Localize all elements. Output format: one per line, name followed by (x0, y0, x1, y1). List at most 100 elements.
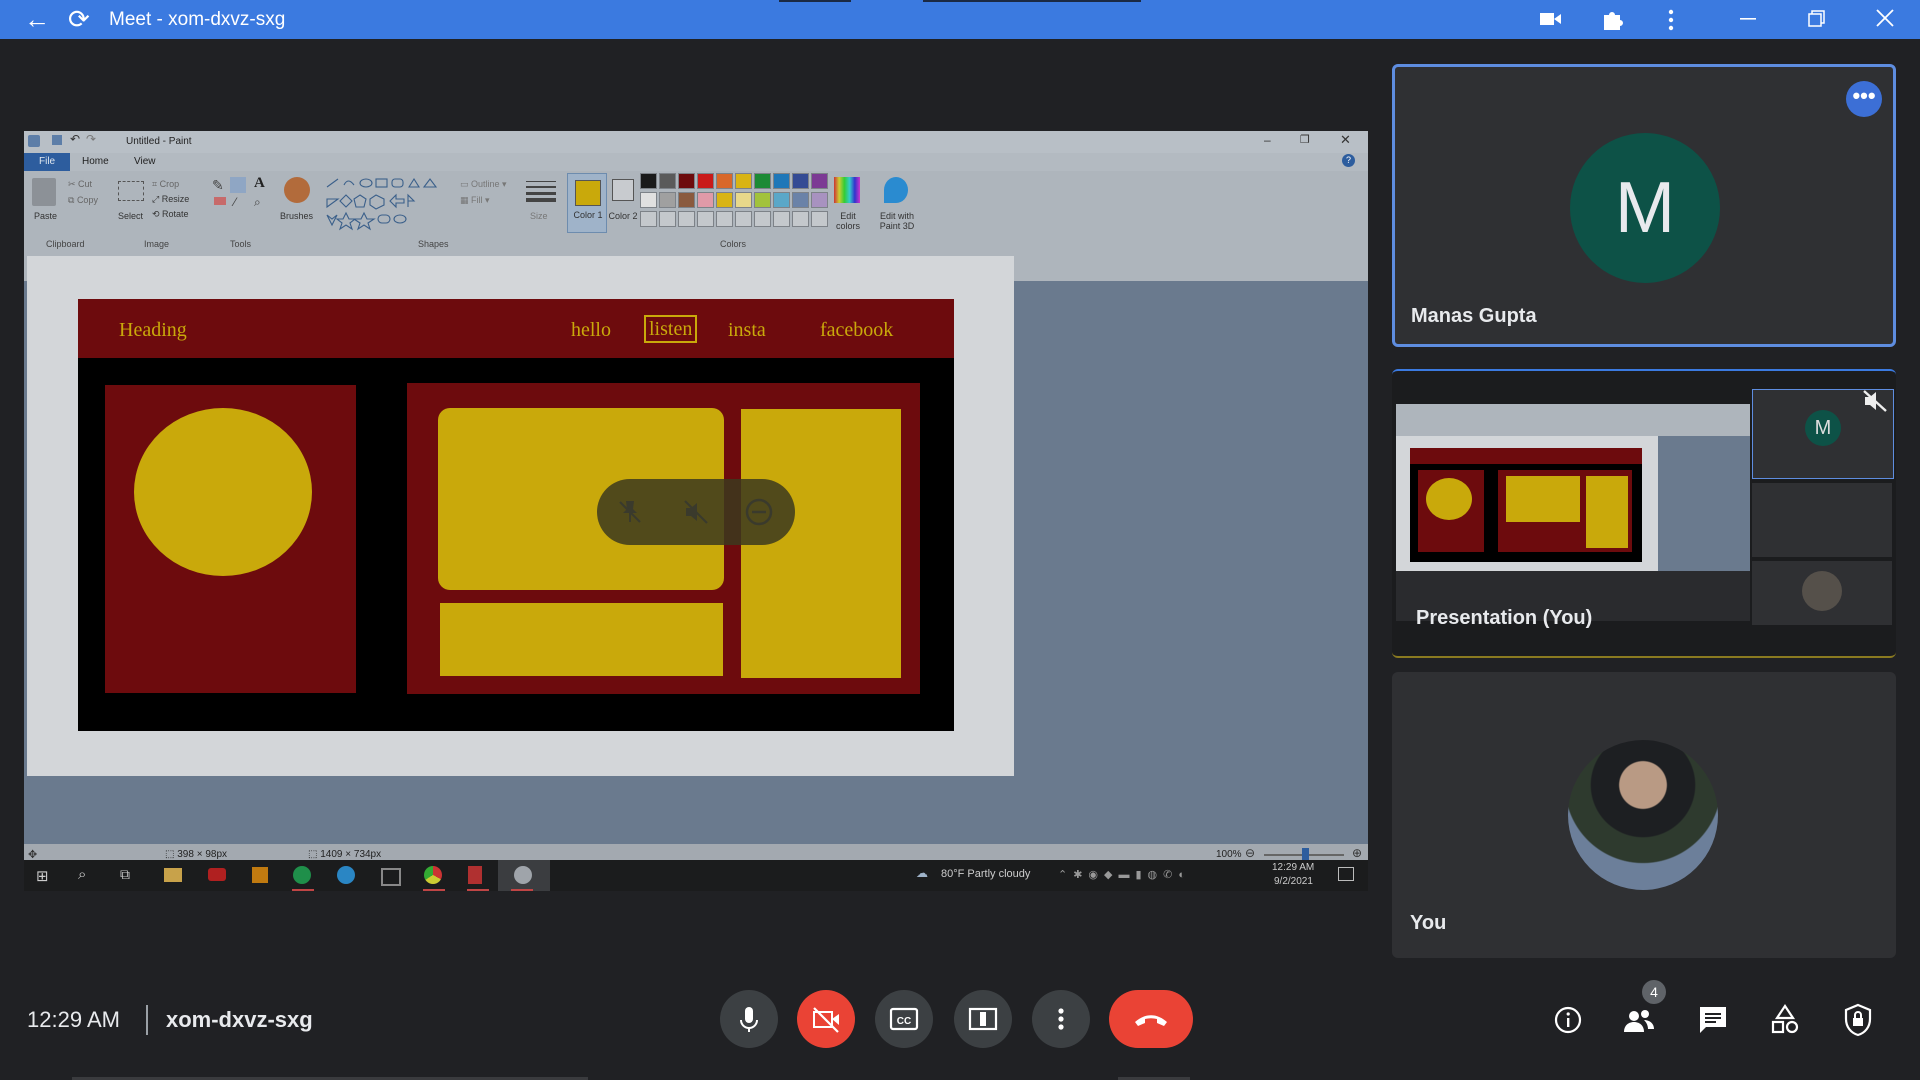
redo-icon[interactable]: ↷ (86, 132, 96, 146)
captions-button[interactable]: CC (875, 990, 933, 1048)
color2-swatch[interactable] (612, 179, 634, 201)
size-icon[interactable] (526, 179, 556, 202)
zoom-in-icon[interactable]: ⊕ (1352, 846, 1362, 860)
rotate-button[interactable]: ⟲ Rotate (152, 209, 189, 220)
close-icon[interactable] (1876, 9, 1894, 27)
participant-tile-manas[interactable]: ••• M Manas Gupta (1392, 64, 1896, 347)
microphone-button[interactable] (720, 990, 778, 1048)
camera-icon[interactable] (1540, 10, 1562, 28)
help-icon[interactable]: ? (1342, 154, 1355, 167)
palette-swatch[interactable] (792, 173, 809, 189)
pin-off-icon[interactable] (617, 499, 643, 525)
tab-view[interactable]: View (134, 156, 156, 167)
meeting-info-icon[interactable] (1553, 1005, 1583, 1035)
minus-circle-icon[interactable] (745, 498, 773, 526)
undo-icon[interactable]: ↶ (70, 132, 80, 146)
present-now-button[interactable] (954, 990, 1012, 1048)
chat-icon[interactable] (1697, 1004, 1729, 1036)
palette-swatch[interactable] (678, 192, 695, 208)
start-icon[interactable]: ⊞ (36, 867, 49, 885)
paint-minimize-icon[interactable]: – (1264, 133, 1271, 147)
reload-icon[interactable]: ⟳ (68, 4, 90, 35)
palette-swatch[interactable] (716, 211, 733, 227)
more-vert-icon[interactable] (1667, 9, 1675, 31)
chrome-icon[interactable] (424, 866, 442, 884)
paste-icon[interactable] (32, 178, 56, 206)
activities-icon[interactable] (1769, 1004, 1801, 1036)
palette-swatch[interactable] (754, 192, 771, 208)
more-options-button[interactable] (1032, 990, 1090, 1048)
palette-swatch[interactable] (735, 173, 752, 189)
palette-swatch[interactable] (773, 173, 790, 189)
palette-swatch[interactable] (792, 192, 809, 208)
leave-call-button[interactable] (1109, 990, 1193, 1048)
fill-button[interactable]: ▦ Fill ▾ (460, 195, 490, 206)
brushes-icon[interactable] (284, 177, 310, 203)
palette-swatch[interactable] (659, 211, 676, 227)
eraser-icon[interactable] (214, 197, 226, 205)
palette-swatch[interactable] (640, 192, 657, 208)
paint-restore-icon[interactable]: ❐ (1300, 133, 1310, 146)
taskbar-paint-active[interactable] (498, 860, 550, 891)
youtube-icon[interactable] (208, 868, 226, 881)
palette-swatch[interactable] (735, 211, 752, 227)
copy-button[interactable]: ⧉ Copy (68, 195, 98, 206)
minimize-icon[interactable] (1740, 18, 1758, 20)
taskbar-search-icon[interactable]: ⌕ (78, 866, 86, 883)
whatsapp-icon[interactable] (293, 866, 311, 884)
select-icon[interactable] (118, 181, 144, 201)
color-picker-icon[interactable]: ⁄ (234, 195, 236, 209)
weather-text[interactable]: 80°F Partly cloudy (941, 868, 1030, 880)
cut-button[interactable]: ✂ Cut (68, 179, 92, 190)
participant-tile-presentation[interactable]: M Presentation (You) (1392, 369, 1896, 658)
store-icon[interactable] (381, 868, 401, 886)
volume-off-icon[interactable] (683, 499, 709, 525)
palette-swatch[interactable] (697, 192, 714, 208)
palette-swatch[interactable] (735, 192, 752, 208)
restore-icon[interactable] (1808, 10, 1826, 28)
host-controls-shield-icon[interactable] (1842, 1003, 1874, 1037)
color1-button[interactable]: Color 1 (567, 173, 607, 233)
palette-swatch[interactable] (659, 173, 676, 189)
shapes-gallery[interactable] (324, 175, 452, 233)
pencil-icon[interactable]: ✎ (212, 177, 224, 194)
paint3d-icon[interactable] (884, 177, 908, 203)
palette-swatch[interactable] (697, 211, 714, 227)
palette-swatch[interactable] (640, 173, 657, 189)
palette-swatch[interactable] (792, 211, 809, 227)
palette-swatch[interactable] (659, 192, 676, 208)
figma-icon[interactable] (468, 866, 482, 884)
palette-swatch[interactable] (678, 173, 695, 189)
tab-home[interactable]: Home (82, 156, 109, 167)
tab-file[interactable]: File (24, 153, 70, 171)
palette-swatch[interactable] (716, 173, 733, 189)
extensions-puzzle-icon[interactable] (1601, 9, 1623, 31)
people-button[interactable]: 4 (1620, 980, 1666, 1036)
magnifier-icon[interactable]: ⌕ (254, 195, 261, 210)
resize-button[interactable]: ⤢ Resize (152, 194, 189, 205)
edit-colors-icon[interactable] (834, 177, 860, 203)
participant-tile-you[interactable]: You (1392, 672, 1896, 958)
task-view-icon[interactable]: ⧉ (120, 866, 130, 883)
palette-swatch[interactable] (811, 192, 828, 208)
palette-swatch[interactable] (811, 211, 828, 227)
color-palette[interactable] (640, 173, 830, 233)
fill-bucket-icon[interactable] (230, 177, 246, 193)
palette-swatch[interactable] (640, 211, 657, 227)
back-arrow-icon[interactable]: ← (24, 6, 50, 32)
palette-swatch[interactable] (697, 173, 714, 189)
zoom-out-icon[interactable]: ⊖ (1245, 846, 1255, 860)
notifications-icon[interactable] (1338, 867, 1354, 881)
crop-button[interactable]: ⌗ Crop (152, 179, 179, 190)
file-explorer-icon[interactable] (164, 868, 182, 882)
save-icon[interactable] (52, 135, 62, 145)
palette-swatch[interactable] (773, 192, 790, 208)
outline-button[interactable]: ▭ Outline ▾ (460, 179, 507, 190)
palette-swatch[interactable] (716, 192, 733, 208)
system-tray-icons[interactable]: ⌃✱◉◆▬▮◍✆◐ (1058, 868, 1191, 881)
sublime-icon[interactable] (252, 867, 268, 883)
taskbar-clock-time[interactable]: 12:29 AM (1272, 862, 1314, 873)
palette-swatch[interactable] (754, 211, 771, 227)
taskbar-clock-date[interactable]: 9/2/2021 (1274, 876, 1313, 887)
telegram-icon[interactable] (337, 866, 355, 884)
